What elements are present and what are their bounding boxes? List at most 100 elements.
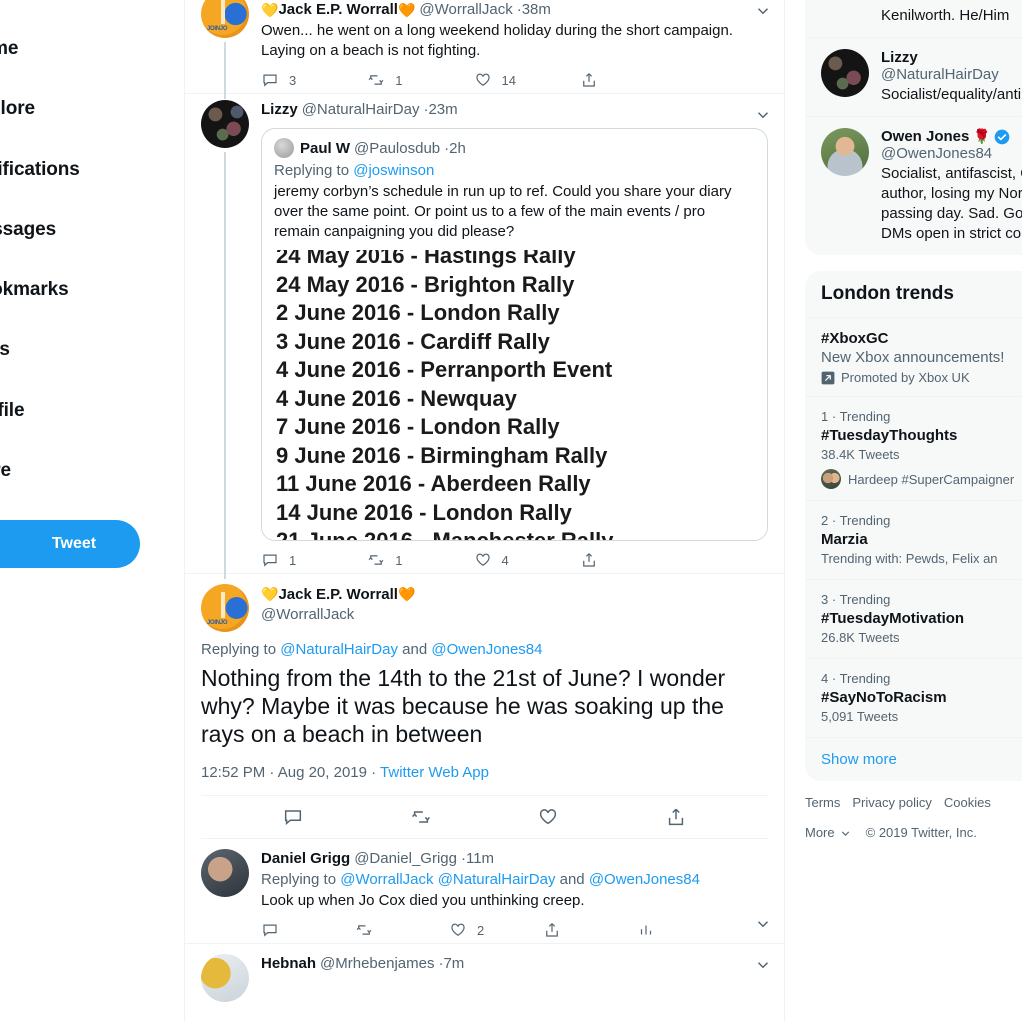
trend-item-3[interactable]: 3 · Trending #TuesdayMotivation 26.8K Tw… [805, 579, 1022, 658]
heart-icon[interactable] [537, 806, 559, 828]
trend-item-4[interactable]: 4 · Trending #SayNoToRacism 5,091 Tweets [805, 658, 1022, 737]
replying-to-handle-2[interactable]: @NaturalHairDay [438, 871, 556, 888]
author-display-name[interactable]: Jack E.P. Worrall [278, 0, 398, 20]
retweet-action[interactable]: 1 [367, 71, 473, 89]
avatar[interactable] [201, 100, 249, 148]
reply-action[interactable] [261, 921, 355, 939]
tweet-timestamp[interactable]: 38m [522, 0, 551, 20]
rally-line: 2 June 2016 - London Rally [276, 300, 560, 325]
avatar[interactable]: JOINJO [201, 0, 249, 38]
terms-link[interactable]: Terms [805, 795, 840, 810]
reply-action[interactable]: 1 [261, 551, 367, 569]
reply-action[interactable]: 3 [261, 71, 367, 89]
author-display-name[interactable]: Jack E.P. Worrall [278, 586, 398, 603]
author-handle[interactable]: @Mrhebenjames [320, 954, 434, 974]
replying-to-handle-2[interactable]: @OwenJones84 [431, 641, 542, 658]
trend-name: #SayNoToRacism [821, 689, 947, 706]
share-icon [582, 553, 595, 567]
author-handle[interactable]: @Daniel_Grigg [354, 849, 457, 869]
follow-display-name[interactable]: Lizzy [881, 49, 1021, 66]
retweet-icon[interactable] [410, 806, 432, 828]
quoted-tweet-card[interactable]: Paul W @Paulosdub · 2h Replying to @josw… [261, 128, 768, 541]
more-link[interactable]: More [805, 825, 835, 841]
tweet-worrall-top[interactable]: JOINJO 💛 Jack E.P. Worrall 🧡 @WorrallJac… [185, 0, 784, 99]
like-action[interactable]: 14 [474, 71, 580, 89]
bio-line: author, losing my Nor [881, 185, 1022, 202]
trend-rank: 4 · Trending [821, 670, 1022, 688]
retweet-icon [356, 925, 372, 935]
follow-card-owen-jones[interactable]: Owen Jones 🌹 @OwenJones84 Socialist, ant… [805, 116, 1022, 255]
show-more-link[interactable]: Show more [805, 737, 1022, 781]
replying-to-handle-1[interactable]: @NaturalHairDay [280, 641, 398, 658]
tweet-lizzy[interactable]: Lizzy @NaturalHairDay · 23m Paul W @Paul… [185, 94, 784, 579]
replying-to-handle-1[interactable]: @WorrallJack [340, 871, 433, 888]
follow-handle[interactable]: @OwenJones84 [881, 145, 1022, 162]
quoted-media-image[interactable]: 24 May 2016 - Hastings Rally 24 May 2016… [262, 250, 767, 540]
sidebar-item-more[interactable]: More [0, 460, 11, 482]
sidebar-item-lists[interactable]: Lists [0, 339, 10, 361]
tweet-timestamp[interactable]: 23m [428, 100, 457, 120]
sidebar-item-messages[interactable]: Messages [0, 219, 56, 241]
author-handle[interactable]: @WorrallJack [261, 605, 768, 625]
follow-display-name[interactable]: Owen Jones 🌹 [881, 128, 1022, 145]
heart-emoji-right: 🧡 [397, 2, 416, 18]
rally-line: 9 June 2016 - Birmingham Rally [276, 442, 608, 468]
sidebar-item-profile[interactable]: Profile [0, 400, 25, 422]
share-action[interactable] [543, 921, 637, 939]
reply-icon[interactable] [282, 806, 304, 828]
follow-bio: @English_YL Chair. Flo Town Councillor f… [881, 0, 1022, 26]
trend-tweet-count: 5,091 Tweets [821, 709, 899, 724]
chevron-down-icon[interactable] [754, 956, 772, 974]
replying-to-handle[interactable]: @joswinson [353, 162, 434, 179]
trend-item-2[interactable]: 2 · Trending Marzia Trending with: Pewds… [805, 500, 1022, 579]
replying-to-row: Replying to @WorrallJack @NaturalHairDay… [261, 870, 768, 890]
analytics-action[interactable] [637, 921, 731, 939]
tweet-timestamp[interactable]: 11m [466, 849, 494, 869]
chevron-down-icon[interactable] [839, 827, 852, 840]
cookies-link[interactable]: Cookies [944, 795, 991, 810]
tweet-timestamp[interactable]: 7m [443, 954, 464, 974]
rank-category: Trending [839, 513, 891, 528]
share-action[interactable] [580, 71, 686, 89]
trend-promoted-xboxgc[interactable]: #XboxGC New Xbox announcements! Promoted… [805, 317, 1022, 396]
follow-handle[interactable]: @NaturalHairDay [881, 66, 1021, 83]
sidebar-item-bookmarks[interactable]: Bookmarks [0, 279, 69, 301]
focused-author-row: JOINJO 💛Jack E.P. Worrall🧡 @WorrallJack [201, 584, 768, 632]
avatar[interactable] [821, 128, 869, 176]
follow-card-lizzy[interactable]: Lizzy @NaturalHairDay Socialist/equality… [805, 37, 1022, 116]
author-handle[interactable]: @NaturalHairDay [302, 100, 420, 120]
avatar[interactable]: JOINJO [201, 584, 249, 632]
avatar[interactable] [201, 954, 249, 1002]
tweet-source[interactable]: Twitter Web App [380, 764, 489, 781]
chevron-down-icon[interactable] [754, 915, 772, 933]
share-action[interactable] [580, 551, 686, 569]
avatar[interactable] [201, 849, 249, 897]
retweet-action[interactable] [355, 921, 449, 939]
sidebar-item-explore[interactable]: Explore [0, 98, 35, 120]
replying-to-joiner: and [555, 871, 589, 888]
share-icon [546, 923, 558, 937]
privacy-policy-link[interactable]: Privacy policy [852, 795, 931, 810]
chevron-down-icon[interactable] [754, 2, 772, 20]
like-action[interactable]: 4 [474, 551, 580, 569]
author-handle[interactable]: @WorrallJack [419, 0, 512, 20]
author-display-name[interactable]: Hebnah [261, 954, 316, 974]
author-display-name[interactable]: Daniel Grigg [261, 849, 350, 869]
bio-text-3: Kenilworth. He/Him [881, 7, 1010, 24]
author-display-name[interactable]: Lizzy [261, 100, 298, 120]
like-action[interactable]: 2 [449, 921, 543, 939]
follow-card-partial[interactable]: @English_YL Chair. Flo Town Councillor f… [805, 0, 1022, 37]
chevron-down-icon[interactable] [754, 106, 772, 124]
quoted-body: Replying to @joswinson jeremy corbyn’s s… [262, 158, 767, 242]
trend-item-1[interactable]: 1 · Trending #TuesdayThoughts 38.4K Twee… [805, 396, 1022, 500]
tweet-partial-bottom[interactable]: Hebnah @Mrhebenjames · 7m [185, 944, 784, 1002]
tweet-daniel-grigg[interactable]: Daniel Grigg @Daniel_Grigg · 11m Replyin… [185, 839, 784, 944]
sidebar-item-home[interactable]: Home [0, 38, 18, 60]
tweet-button[interactable]: Tweet [0, 520, 140, 568]
footer-links: Terms Privacy policy Cookies More © 2019 T… [805, 781, 1022, 841]
avatar[interactable] [821, 49, 869, 97]
replying-to-handle-3[interactable]: @OwenJones84 [589, 871, 700, 888]
sidebar-item-notifications[interactable]: Notifications [0, 159, 80, 181]
retweet-action[interactable]: 1 [367, 551, 473, 569]
share-icon[interactable] [665, 806, 687, 828]
